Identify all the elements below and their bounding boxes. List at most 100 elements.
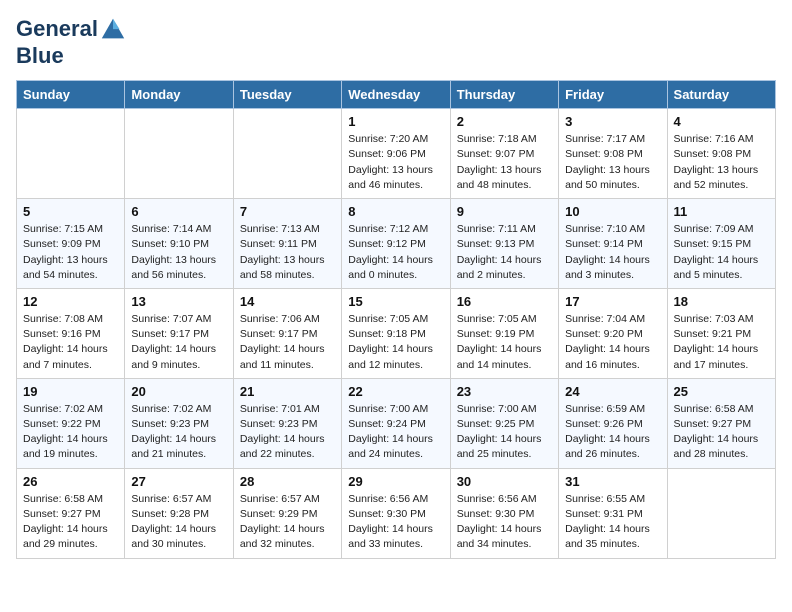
day-number: 3	[565, 114, 660, 129]
day-number: 1	[348, 114, 443, 129]
day-number: 14	[240, 294, 335, 309]
day-number: 30	[457, 474, 552, 489]
day-number: 29	[348, 474, 443, 489]
day-detail: Sunrise: 7:02 AMSunset: 9:22 PMDaylight:…	[23, 402, 118, 463]
day-detail: Sunrise: 7:13 AMSunset: 9:11 PMDaylight:…	[240, 222, 335, 283]
day-detail: Sunrise: 7:16 AMSunset: 9:08 PMDaylight:…	[674, 132, 769, 193]
logo-icon	[99, 16, 127, 44]
day-detail: Sunrise: 7:00 AMSunset: 9:24 PMDaylight:…	[348, 402, 443, 463]
col-header-wednesday: Wednesday	[342, 81, 450, 109]
calendar-cell: 21 Sunrise: 7:01 AMSunset: 9:23 PMDayligh…	[233, 378, 341, 468]
col-header-saturday: Saturday	[667, 81, 775, 109]
day-number: 18	[674, 294, 769, 309]
day-detail: Sunrise: 6:58 AMSunset: 9:27 PMDaylight:…	[674, 402, 769, 463]
day-detail: Sunrise: 6:57 AMSunset: 9:29 PMDaylight:…	[240, 492, 335, 553]
day-detail: Sunrise: 6:57 AMSunset: 9:28 PMDaylight:…	[131, 492, 226, 553]
day-number: 21	[240, 384, 335, 399]
day-detail: Sunrise: 7:18 AMSunset: 9:07 PMDaylight:…	[457, 132, 552, 193]
col-header-thursday: Thursday	[450, 81, 558, 109]
logo-text: General Blue	[16, 16, 128, 68]
day-detail: Sunrise: 7:20 AMSunset: 9:06 PMDaylight:…	[348, 132, 443, 193]
calendar-cell: 3 Sunrise: 7:17 AMSunset: 9:08 PMDaylight…	[559, 109, 667, 199]
day-detail: Sunrise: 7:14 AMSunset: 9:10 PMDaylight:…	[131, 222, 226, 283]
day-number: 2	[457, 114, 552, 129]
calendar-cell	[125, 109, 233, 199]
day-detail: Sunrise: 7:05 AMSunset: 9:19 PMDaylight:…	[457, 312, 552, 373]
calendar-cell: 22 Sunrise: 7:00 AMSunset: 9:24 PMDayligh…	[342, 378, 450, 468]
calendar-header-row: SundayMondayTuesdayWednesdayThursdayFrid…	[17, 81, 776, 109]
day-detail: Sunrise: 7:10 AMSunset: 9:14 PMDaylight:…	[565, 222, 660, 283]
calendar-cell: 25 Sunrise: 6:58 AMSunset: 9:27 PMDayligh…	[667, 378, 775, 468]
day-detail: Sunrise: 7:03 AMSunset: 9:21 PMDaylight:…	[674, 312, 769, 373]
day-detail: Sunrise: 7:04 AMSunset: 9:20 PMDaylight:…	[565, 312, 660, 373]
day-number: 23	[457, 384, 552, 399]
calendar-week-row: 26Sunrise: 6:58 AMSunset: 9:27 PMDayligh…	[17, 468, 776, 558]
day-number: 12	[23, 294, 118, 309]
day-number: 4	[674, 114, 769, 129]
calendar-cell: 19 Sunrise: 7:02 AMSunset: 9:22 PMDayligh…	[17, 378, 125, 468]
calendar-cell: 5 Sunrise: 7:15 AMSunset: 9:09 PMDaylight…	[17, 199, 125, 289]
calendar-cell: 16Sunrise: 7:05 AMSunset: 9:19 PMDayligh…	[450, 288, 558, 378]
calendar-cell: 31Sunrise: 6:55 AMSunset: 9:31 PMDayligh…	[559, 468, 667, 558]
day-detail: Sunrise: 7:06 AMSunset: 9:17 PMDaylight:…	[240, 312, 335, 373]
day-detail: Sunrise: 7:07 AMSunset: 9:17 PMDaylight:…	[131, 312, 226, 373]
day-detail: Sunrise: 6:56 AMSunset: 9:30 PMDaylight:…	[457, 492, 552, 553]
day-number: 27	[131, 474, 226, 489]
col-header-sunday: Sunday	[17, 81, 125, 109]
day-number: 24	[565, 384, 660, 399]
page-header: General Blue	[16, 16, 776, 68]
calendar-cell	[17, 109, 125, 199]
day-number: 15	[348, 294, 443, 309]
logo: General Blue	[16, 16, 128, 68]
calendar-cell: 9Sunrise: 7:11 AMSunset: 9:13 PMDaylight…	[450, 199, 558, 289]
calendar-cell: 7Sunrise: 7:13 AMSunset: 9:11 PMDaylight…	[233, 199, 341, 289]
calendar-week-row: 1 Sunrise: 7:20 AMSunset: 9:06 PMDaylight…	[17, 109, 776, 199]
calendar-table: SundayMondayTuesdayWednesdayThursdayFrid…	[16, 80, 776, 558]
day-detail: Sunrise: 7:01 AMSunset: 9:23 PMDaylight:…	[240, 402, 335, 463]
calendar-cell: 24 Sunrise: 6:59 AMSunset: 9:26 PMDayligh…	[559, 378, 667, 468]
calendar-cell: 2 Sunrise: 7:18 AMSunset: 9:07 PMDaylight…	[450, 109, 558, 199]
calendar-cell: 4 Sunrise: 7:16 AMSunset: 9:08 PMDaylight…	[667, 109, 775, 199]
day-detail: Sunrise: 7:12 AMSunset: 9:12 PMDaylight:…	[348, 222, 443, 283]
calendar-cell: 8 Sunrise: 7:12 AMSunset: 9:12 PMDaylight…	[342, 199, 450, 289]
calendar-cell: 20 Sunrise: 7:02 AMSunset: 9:23 PMDayligh…	[125, 378, 233, 468]
day-number: 25	[674, 384, 769, 399]
col-header-tuesday: Tuesday	[233, 81, 341, 109]
calendar-cell	[233, 109, 341, 199]
day-number: 13	[131, 294, 226, 309]
day-number: 11	[674, 204, 769, 219]
calendar-cell: 30 Sunrise: 6:56 AMSunset: 9:30 PMDayligh…	[450, 468, 558, 558]
calendar-cell: 10 Sunrise: 7:10 AMSunset: 9:14 PMDayligh…	[559, 199, 667, 289]
day-number: 20	[131, 384, 226, 399]
calendar-cell: 23 Sunrise: 7:00 AMSunset: 9:25 PMDayligh…	[450, 378, 558, 468]
calendar-cell: 29 Sunrise: 6:56 AMSunset: 9:30 PMDayligh…	[342, 468, 450, 558]
calendar-cell: 6Sunrise: 7:14 AMSunset: 9:10 PMDaylight…	[125, 199, 233, 289]
calendar-cell: 15Sunrise: 7:05 AMSunset: 9:18 PMDayligh…	[342, 288, 450, 378]
calendar-cell	[667, 468, 775, 558]
day-detail: Sunrise: 7:17 AMSunset: 9:08 PMDaylight:…	[565, 132, 660, 193]
day-detail: Sunrise: 6:56 AMSunset: 9:30 PMDaylight:…	[348, 492, 443, 553]
day-number: 17	[565, 294, 660, 309]
day-number: 10	[565, 204, 660, 219]
day-number: 22	[348, 384, 443, 399]
day-number: 19	[23, 384, 118, 399]
col-header-friday: Friday	[559, 81, 667, 109]
calendar-cell: 14 Sunrise: 7:06 AMSunset: 9:17 PMDayligh…	[233, 288, 341, 378]
day-detail: Sunrise: 6:59 AMSunset: 9:26 PMDaylight:…	[565, 402, 660, 463]
calendar-cell: 27 Sunrise: 6:57 AMSunset: 9:28 PMDayligh…	[125, 468, 233, 558]
day-number: 31	[565, 474, 660, 489]
day-detail: Sunrise: 7:11 AMSunset: 9:13 PMDaylight:…	[457, 222, 552, 283]
day-number: 8	[348, 204, 443, 219]
calendar-cell: 28Sunrise: 6:57 AMSunset: 9:29 PMDayligh…	[233, 468, 341, 558]
calendar-week-row: 5 Sunrise: 7:15 AMSunset: 9:09 PMDaylight…	[17, 199, 776, 289]
calendar-cell: 18 Sunrise: 7:03 AMSunset: 9:21 PMDayligh…	[667, 288, 775, 378]
col-header-monday: Monday	[125, 81, 233, 109]
calendar-cell: 26Sunrise: 6:58 AMSunset: 9:27 PMDayligh…	[17, 468, 125, 558]
day-detail: Sunrise: 7:15 AMSunset: 9:09 PMDaylight:…	[23, 222, 118, 283]
calendar-cell: 1 Sunrise: 7:20 AMSunset: 9:06 PMDaylight…	[342, 109, 450, 199]
day-detail: Sunrise: 7:00 AMSunset: 9:25 PMDaylight:…	[457, 402, 552, 463]
calendar-cell: 12Sunrise: 7:08 AMSunset: 9:16 PMDayligh…	[17, 288, 125, 378]
day-number: 5	[23, 204, 118, 219]
day-detail: Sunrise: 7:02 AMSunset: 9:23 PMDaylight:…	[131, 402, 226, 463]
calendar-cell: 11Sunrise: 7:09 AMSunset: 9:15 PMDayligh…	[667, 199, 775, 289]
